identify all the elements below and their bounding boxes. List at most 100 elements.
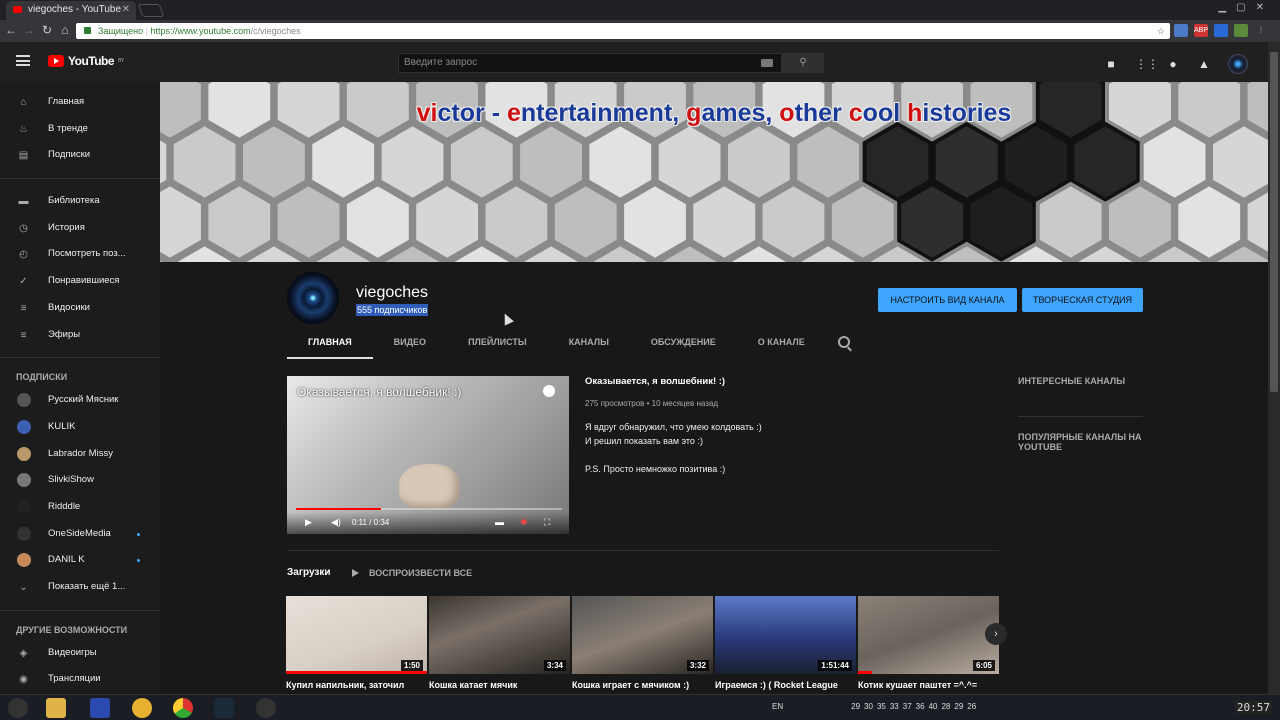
apps-grid-icon[interactable]: ⋮⋮ xyxy=(1135,57,1159,71)
customize-channel-button[interactable]: НАСТРОИТЬ ВИД КАНАЛА xyxy=(878,288,1017,312)
video-title[interactable]: Котик кушает паштет =^.^= xyxy=(858,680,999,690)
sidebar-item[interactable]: ⌄ Показать ещё 1... xyxy=(0,574,160,601)
obs-icon[interactable] xyxy=(256,698,276,718)
extension-download-icon[interactable] xyxy=(1174,24,1188,37)
extensions: ABP ⋮ xyxy=(1174,24,1268,37)
sidebar-item[interactable]: Русский Мясник xyxy=(0,387,160,414)
language-indicator[interactable]: EN xyxy=(772,702,783,711)
video-title[interactable]: Кошка катает мячик xyxy=(429,680,570,690)
youtube-logo[interactable]: YouTube BY xyxy=(48,54,124,68)
translate-extension-icon[interactable] xyxy=(1214,24,1228,37)
sidebar-item[interactable]: Ridddle xyxy=(0,494,160,521)
watch-later-clock-icon[interactable] xyxy=(543,385,555,397)
video-card[interactable]: 1:50 Купил напильник, заточил xyxy=(286,596,427,690)
create-video-icon[interactable]: ■ xyxy=(1104,57,1118,71)
new-tab-button[interactable] xyxy=(137,4,165,17)
sidebar-item[interactable]: KULIK xyxy=(0,414,160,441)
player-title[interactable]: Оказывается, я волшебник! :) xyxy=(297,385,461,399)
chevron-down-icon: ⌄ xyxy=(19,582,28,593)
video-thumbnail[interactable]: 3:32 xyxy=(572,596,713,674)
sidebar-item[interactable]: ◴ Посмотреть поз... xyxy=(0,241,160,268)
youtube-header: YouTube BY Введите запрос ⚲ ■ ⋮⋮ ● ▲ xyxy=(0,42,1268,82)
video-card[interactable]: 3:32 Кошка играет с мячиком :) xyxy=(572,596,713,690)
play-all-button[interactable]: ВОСПРОИЗВЕСТИ ВСЕ xyxy=(350,568,472,578)
channel-tab[interactable]: ОБСУЖДЕНИЕ xyxy=(630,332,737,359)
shelf-next-arrow-icon[interactable]: › xyxy=(985,623,1007,645)
search-input[interactable]: Введите запрос xyxy=(398,53,782,73)
messages-icon[interactable]: ● xyxy=(1166,57,1180,71)
video-title[interactable]: Купил напильник, заточил xyxy=(286,680,427,690)
video-card[interactable]: 6:05 Котик кушает паштет =^.^= xyxy=(858,596,999,690)
chrome-icon[interactable] xyxy=(173,698,193,718)
sidebar-item[interactable]: ✓ Понравившиеся xyxy=(0,268,160,295)
adblock-extension-icon[interactable]: ABP xyxy=(1194,24,1208,37)
browser-tab[interactable]: viegoches - YouTube ✕ xyxy=(6,1,136,20)
featured-video-meta: 275 просмотров • 10 месяцев назад xyxy=(585,399,719,408)
sidebar-item[interactable]: ▬ Библиотека xyxy=(0,188,160,215)
close-tab-icon[interactable]: ✕ xyxy=(122,1,130,19)
video-thumbnail[interactable]: 1:50 xyxy=(286,596,427,674)
subtitles-icon[interactable]: ▬ xyxy=(495,518,505,527)
sidebar-item[interactable]: Labrador Missy xyxy=(0,441,160,468)
start-icon[interactable] xyxy=(8,698,28,718)
play-icon[interactable]: ▶ xyxy=(305,518,315,527)
video-title[interactable]: Играемся :) ( Rocket League xyxy=(715,680,856,690)
sidebar-item[interactable]: DANIL K xyxy=(0,547,160,574)
sidebar-item[interactable]: ≡ Видосики xyxy=(0,295,160,322)
clock[interactable]: 20:57 xyxy=(1234,701,1272,714)
notifications-bell-icon[interactable]: ▲ xyxy=(1197,57,1211,71)
channel-tab[interactable]: О КАНАЛЕ xyxy=(737,332,826,359)
video-thumbnail[interactable]: 3:34 xyxy=(429,596,570,674)
video-card[interactable]: 3:34 Кошка катает мячик xyxy=(429,596,570,690)
avatar[interactable] xyxy=(1228,54,1248,74)
channel-tab[interactable]: ВИДЕО xyxy=(373,332,447,359)
sidebar-item-label: Библиотека xyxy=(48,195,100,207)
app-icon[interactable] xyxy=(132,698,152,718)
page-scrollbar[interactable] xyxy=(1268,42,1280,694)
keyboard-icon[interactable] xyxy=(761,59,773,67)
sidebar-item[interactable]: ▤ Подписки xyxy=(0,142,160,169)
featured-video-title[interactable]: Оказывается, я волшебник! :) xyxy=(585,376,845,387)
video-title[interactable]: Кошка играет с мячиком :) xyxy=(572,680,713,690)
video-card[interactable]: 1:51:44 Играемся :) ( Rocket League xyxy=(715,596,856,690)
sidebar-item[interactable]: OneSideMedia xyxy=(0,521,160,548)
fullscreen-icon[interactable]: ⛶ xyxy=(544,518,554,527)
back-icon[interactable]: ← xyxy=(4,23,18,37)
channel-tab[interactable]: КАНАЛЫ xyxy=(548,332,630,359)
video-thumbnail[interactable]: 1:51:44 xyxy=(715,596,856,674)
video-thumbnail[interactable]: 6:05 xyxy=(858,596,999,674)
featured-video-player[interactable]: Оказывается, я волшебник! :) ▶ ◀) 0:11 /… xyxy=(287,376,569,534)
sidebar-item[interactable]: ◷ История xyxy=(0,215,160,242)
channel-tab[interactable]: ГЛАВНАЯ xyxy=(287,332,373,359)
volume-icon[interactable]: ◀) xyxy=(331,518,341,527)
home-button-icon[interactable]: ⌂ xyxy=(58,23,72,37)
reload-icon[interactable]: ↻ xyxy=(40,23,54,37)
forward-icon[interactable]: → xyxy=(22,23,36,37)
avatar xyxy=(17,526,31,541)
search-button[interactable]: ⚲ xyxy=(782,53,824,73)
sidebar-item[interactable]: ≡ Эфиры xyxy=(0,322,160,349)
explorer-icon[interactable] xyxy=(46,698,66,718)
bookmark-star-icon[interactable]: ☆ xyxy=(1157,23,1165,39)
omnibox[interactable]: Защищено | https://www.youtube.com/c/vie… xyxy=(76,23,1170,39)
history-icon: ◷ xyxy=(19,222,28,234)
steam-icon[interactable] xyxy=(214,698,234,718)
sidebar-item[interactable]: ◉ Трансляции xyxy=(0,666,160,693)
player-progress-bar[interactable] xyxy=(296,508,562,510)
window-controls[interactable]: ▁▢✕ xyxy=(1218,2,1274,13)
extension-icon[interactable] xyxy=(1234,24,1248,37)
channel-avatar[interactable] xyxy=(287,272,339,324)
scrollbar-thumb[interactable] xyxy=(1270,52,1278,392)
menu-dots-icon[interactable]: ⋮ xyxy=(1254,24,1268,37)
channel-search-icon[interactable] xyxy=(837,336,850,348)
sidebar-item[interactable]: SlivkiShow xyxy=(0,467,160,494)
sidebar-item[interactable]: ⌂ Главная xyxy=(0,89,160,116)
channel-tab[interactable]: ПЛЕЙЛИСТЫ xyxy=(447,332,548,359)
sidebar-item[interactable]: ♨ В тренде xyxy=(0,116,160,143)
save-app-icon[interactable] xyxy=(90,698,110,718)
settings-gear-icon[interactable]: ✱ xyxy=(520,518,530,527)
creator-studio-button[interactable]: ТВОРЧЕСКАЯ СТУДИЯ xyxy=(1022,288,1143,312)
uploads-heading[interactable]: Загрузки xyxy=(287,567,331,578)
sidebar-item[interactable]: ◈ Видеоигры xyxy=(0,640,160,667)
menu-icon[interactable] xyxy=(16,55,30,66)
